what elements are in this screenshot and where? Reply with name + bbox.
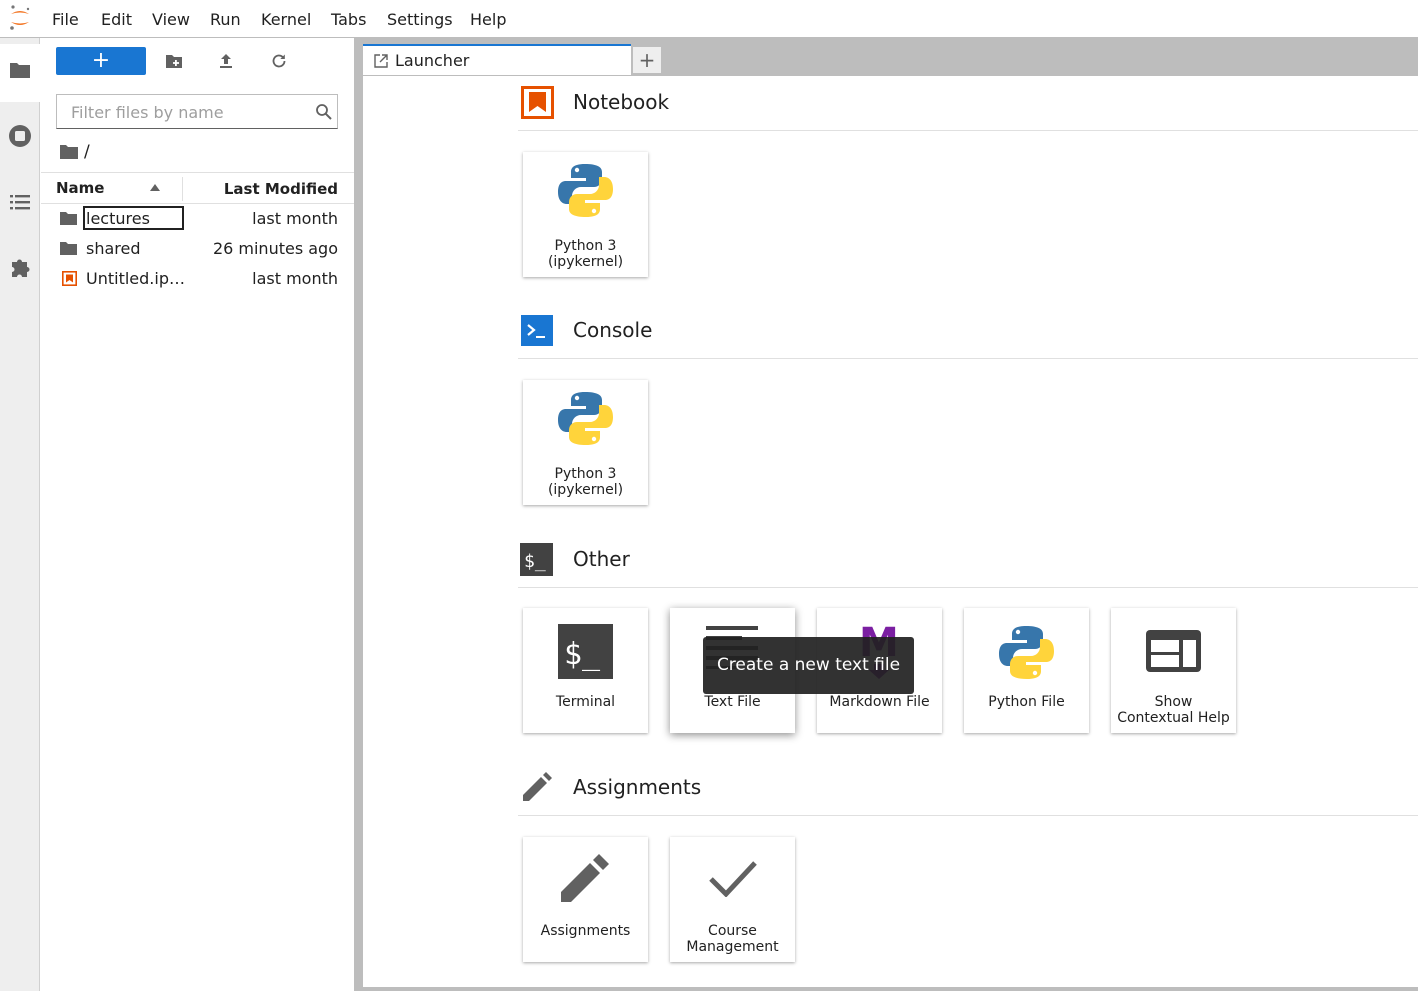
file-row[interactable]: shared 26 minutes ago (41, 234, 354, 264)
add-tab-button[interactable]: + (632, 46, 662, 74)
pencil-icon (523, 772, 552, 801)
python-logo-icon (558, 392, 613, 445)
menu-settings[interactable]: Settings (387, 10, 453, 29)
file-browser: + / Name Last Modified lectures la (41, 38, 354, 991)
column-modified-header[interactable]: Last Modified (224, 180, 338, 198)
card-label: Course Management (686, 923, 779, 955)
terminal-icon: $_ (558, 624, 613, 679)
column-name-header[interactable]: Name (56, 179, 104, 197)
menu-run[interactable]: Run (210, 10, 241, 29)
filter-box (56, 94, 338, 129)
file-name[interactable]: shared (86, 239, 141, 258)
file-name[interactable]: lectures (86, 209, 150, 228)
section-assignments: Assignments (518, 771, 1418, 817)
folder-icon[interactable] (8, 58, 32, 82)
section-notebook: Notebook (518, 86, 1418, 132)
new-launcher-button[interactable]: + (56, 47, 146, 75)
section-console: Console (518, 314, 1418, 360)
breadcrumb-root[interactable]: / (84, 142, 90, 162)
python-logo-icon (999, 626, 1054, 679)
menu-file[interactable]: File (52, 10, 79, 29)
sort-ascending-icon (150, 184, 160, 191)
notebook-icon (521, 86, 554, 119)
tab-bar: Launcher + (363, 38, 1418, 76)
svg-text:$_: $_ (524, 551, 546, 572)
pencil-icon (561, 854, 609, 902)
checkmark-icon (709, 861, 757, 897)
section-title: Console (573, 318, 653, 342)
section-title: Notebook (573, 90, 670, 114)
panel-splitter[interactable] (354, 38, 363, 991)
tab-label: Launcher (395, 51, 470, 70)
menu-help[interactable]: Help (470, 10, 506, 29)
launcher-card-python-file[interactable]: Python File (964, 608, 1089, 733)
card-label: Python 3 (ipykernel) (547, 238, 624, 270)
launcher-card-notebook-python3[interactable]: Python 3 (ipykernel) (523, 152, 648, 277)
section-divider (518, 587, 1418, 588)
file-row[interactable]: lectures last month (41, 204, 354, 234)
menu-kernel[interactable]: Kernel (261, 10, 311, 29)
launcher-icon (374, 54, 388, 68)
card-label: Assignments (540, 923, 631, 939)
card-label: Terminal (555, 694, 616, 710)
card-label: Text File (704, 694, 761, 710)
refresh-icon[interactable] (270, 52, 288, 70)
launcher-card-contextual-help[interactable]: Show Contextual Help (1111, 608, 1236, 733)
file-row[interactable]: Untitled.ip… last month (41, 264, 354, 294)
python-logo-icon (558, 164, 613, 217)
menu-tabs[interactable]: Tabs (331, 10, 366, 29)
card-label: Show Contextual Help (1117, 694, 1230, 726)
extension-puzzle-icon[interactable] (8, 256, 32, 280)
launcher-card-course-management[interactable]: Course Management (670, 837, 795, 962)
menu-view[interactable]: View (152, 10, 190, 29)
section-divider (518, 815, 1418, 816)
launcher-card-terminal[interactable]: $_ Terminal (523, 608, 648, 733)
file-name[interactable]: Untitled.ip… (86, 269, 185, 288)
launcher-card-assignments[interactable]: Assignments (523, 837, 648, 962)
filter-files-input[interactable] (69, 102, 303, 123)
column-divider[interactable] (182, 177, 183, 201)
folder-icon (60, 242, 77, 255)
running-icon[interactable] (8, 124, 32, 148)
jupyter-logo-icon[interactable] (9, 5, 31, 31)
section-divider (518, 358, 1418, 359)
tooltip: Create a new text file (703, 637, 914, 694)
new-folder-icon[interactable] (165, 52, 183, 70)
content-border (363, 75, 1418, 76)
contextual-help-icon (1146, 630, 1201, 672)
launcher-card-console-python3[interactable]: Python 3 (ipykernel) (523, 380, 648, 505)
file-list-header: Name Last Modified (41, 172, 354, 204)
home-folder-icon[interactable] (60, 144, 78, 159)
file-modified: 26 minutes ago (212, 239, 338, 258)
notebook-icon (62, 271, 77, 286)
terminal-icon: $_ (520, 543, 553, 576)
tab-launcher[interactable]: Launcher (363, 44, 631, 76)
section-divider (518, 130, 1418, 131)
section-title: Other (573, 547, 630, 571)
bottom-border (363, 987, 1418, 991)
file-modified: last month (252, 269, 338, 288)
console-icon (521, 315, 553, 346)
file-modified: last month (252, 209, 338, 228)
main-area: Launcher + Notebook Python 3 (ipykernel)… (363, 38, 1418, 991)
search-icon (316, 104, 332, 120)
card-label: Markdown File (829, 694, 930, 710)
menu-bar: File Edit View Run Kernel Tabs Settings … (0, 0, 1418, 38)
table-of-contents-icon[interactable] (8, 190, 32, 214)
card-label: Python 3 (ipykernel) (547, 466, 624, 498)
activity-bar (0, 38, 40, 991)
svg-text:$_: $_ (564, 637, 601, 672)
card-label: Python File (988, 694, 1065, 710)
section-other: $_ Other (518, 543, 1418, 589)
folder-icon (60, 212, 77, 225)
section-title: Assignments (573, 775, 702, 799)
upload-icon[interactable] (217, 52, 235, 70)
menu-edit[interactable]: Edit (101, 10, 132, 29)
